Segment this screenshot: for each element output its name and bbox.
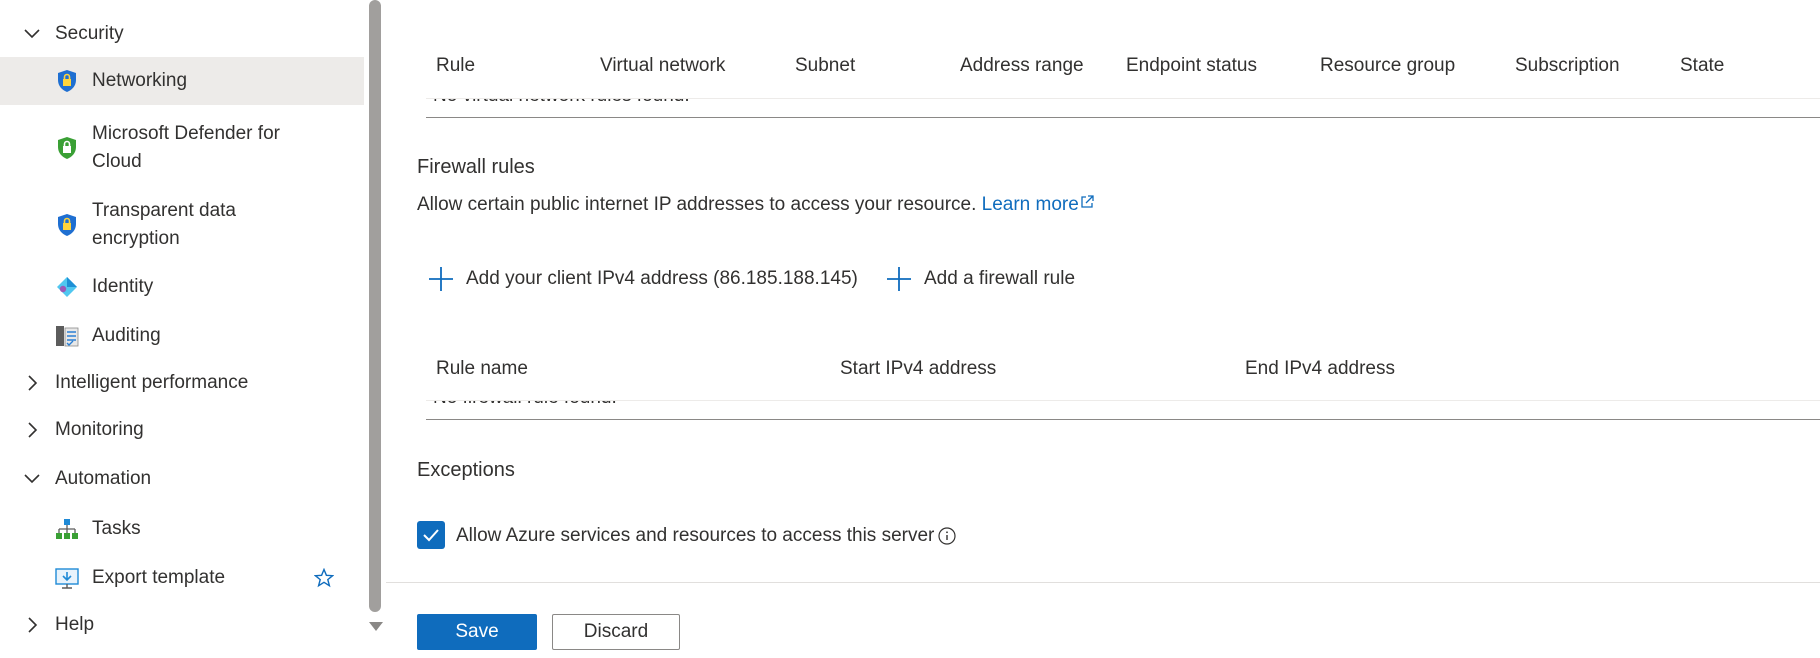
defender-shield-icon	[55, 136, 79, 160]
menu-group-label: Help	[55, 614, 95, 635]
chevron-right-icon	[22, 373, 42, 393]
shield-lock-icon	[55, 69, 79, 93]
plus-icon	[886, 266, 912, 292]
firewall-header-row	[386, 340, 1820, 400]
column-header[interactable]: Virtual network	[600, 55, 725, 77]
column-header[interactable]: State	[1680, 55, 1724, 77]
identity-diamond-icon	[55, 275, 79, 299]
sidebar-item-auditing[interactable]: Auditing	[0, 315, 364, 357]
sidebar-scrollbar[interactable]	[366, 0, 384, 658]
menu-group-label: Security	[55, 23, 124, 44]
column-header[interactable]: Rule name	[436, 358, 528, 380]
column-header[interactable]: Address range	[960, 55, 1084, 77]
firewall-description-text: Allow certain public internet IP address…	[417, 194, 977, 215]
sidebar-item-defender[interactable]: Microsoft Defender for Cloud	[0, 118, 340, 178]
learn-more-label: Learn more	[981, 194, 1079, 215]
sidebar-item-label: Identity	[92, 276, 154, 297]
footer-divider	[386, 582, 1820, 583]
learn-more-link[interactable]: Learn more	[982, 194, 1094, 215]
plus-icon	[428, 266, 454, 292]
sidebar-item-label: Auditing	[92, 325, 161, 346]
menu-group-label: Monitoring	[55, 419, 144, 440]
sidebar-item-identity[interactable]: Identity	[0, 266, 364, 308]
external-link-icon	[1079, 194, 1094, 215]
column-header[interactable]: Rule	[436, 55, 475, 77]
divider	[426, 117, 1820, 118]
sidebar-item-transparent-data-encryption[interactable]: Transparent data encryption	[0, 195, 340, 255]
divider	[426, 400, 1820, 401]
menu-group-automation[interactable]: Automation	[0, 457, 364, 501]
column-header[interactable]: Endpoint status	[1126, 55, 1257, 77]
sidebar-item-label: Networking	[92, 70, 188, 91]
sidebar-item-tasks[interactable]: Tasks	[0, 508, 364, 550]
scroll-down-arrow-icon[interactable]	[369, 622, 383, 631]
export-template-icon	[55, 566, 79, 590]
sidebar-item-label: Export template	[92, 567, 226, 588]
column-header[interactable]: Subnet	[795, 55, 855, 77]
menu-group-monitoring[interactable]: Monitoring	[0, 408, 364, 452]
sidebar-item-export-template[interactable]: Export template	[0, 557, 364, 599]
menu-group-label: Intelligent performance	[55, 372, 249, 393]
sidebar-item-networking[interactable]: Networking	[0, 57, 364, 105]
checkmark-icon	[423, 529, 439, 542]
sidebar-item-label: Tasks	[92, 518, 141, 539]
allow-azure-services-text: Allow Azure services and resources to ac…	[456, 525, 935, 546]
firewall-rules-title: Firewall rules	[417, 156, 535, 178]
star-icon[interactable]	[313, 567, 335, 588]
add-client-ip-label: Add your client IPv4 address (86.185.188…	[466, 268, 858, 289]
firewall-description: Allow certain public internet IP address…	[417, 194, 1094, 216]
menu-group-intelligent-performance[interactable]: Intelligent performance	[0, 361, 364, 405]
resource-menu: Security Networking Microsoft Defender f…	[0, 0, 366, 658]
column-header[interactable]: Subscription	[1515, 55, 1620, 77]
chevron-right-icon	[22, 615, 42, 635]
column-header[interactable]: End IPv4 address	[1245, 358, 1395, 380]
networking-content: No virtual network rules found. Rule Vir…	[386, 0, 1820, 658]
add-client-ip-button[interactable]: Add your client IPv4 address (86.185.188…	[428, 266, 858, 292]
menu-group-security[interactable]: Security	[0, 12, 364, 56]
exceptions-title: Exceptions	[417, 459, 515, 481]
add-firewall-rule-label: Add a firewall rule	[924, 268, 1076, 289]
divider	[426, 98, 1820, 99]
menu-group-label: Automation	[55, 468, 152, 489]
chevron-right-icon	[22, 420, 42, 440]
divider	[426, 419, 1820, 420]
scrollbar-thumb[interactable]	[369, 0, 381, 612]
column-header[interactable]: Start IPv4 address	[840, 358, 996, 380]
menu-group-help[interactable]: Help	[0, 603, 364, 647]
chevron-down-icon	[22, 24, 42, 44]
allow-azure-services-checkbox[interactable]	[417, 521, 445, 549]
tasks-hierarchy-icon	[55, 517, 79, 541]
auditing-icon	[55, 324, 79, 348]
add-firewall-rule-button[interactable]: Add a firewall rule	[886, 266, 1075, 292]
sidebar-item-label: Microsoft Defender for Cloud	[92, 123, 280, 172]
chevron-down-icon	[22, 469, 42, 489]
info-icon[interactable]	[938, 527, 956, 545]
column-header[interactable]: Resource group	[1320, 55, 1455, 77]
allow-azure-services-label[interactable]: Allow Azure services and resources to ac…	[456, 523, 956, 549]
save-button[interactable]: Save	[417, 614, 537, 650]
discard-button[interactable]: Discard	[552, 614, 680, 650]
shield-lock-icon	[55, 213, 79, 237]
sidebar-item-label: Transparent data encryption	[92, 200, 236, 249]
